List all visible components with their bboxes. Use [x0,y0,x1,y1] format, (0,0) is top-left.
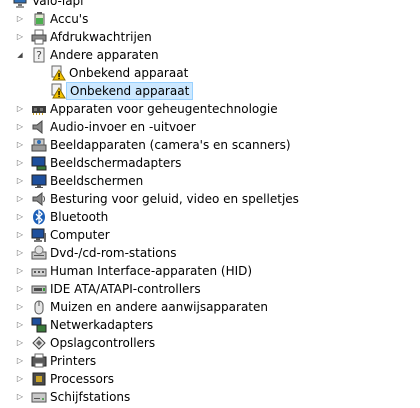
category-label: Human Interface-apparaten (HID) [50,264,253,278]
collapse-arrow-icon[interactable] [14,46,26,64]
mouse-icon [31,299,47,315]
category-label: Apparaten voor geheugentechnologie [50,102,278,116]
category-label: Afdrukwachtrijen [50,30,152,44]
speaker-icon [31,119,47,135]
memory-device-icon [31,101,47,117]
expand-arrow-icon[interactable] [14,28,26,46]
expand-arrow-icon[interactable] [14,316,26,334]
category-label: Dvd-/cd-rom-stations [50,246,177,260]
category-label: Printers [50,354,97,368]
computer-icon [12,0,28,9]
category-computer[interactable]: Computer [0,226,420,244]
expand-arrow-icon[interactable] [14,172,26,190]
expand-arrow-icon[interactable] [14,334,26,352]
category-netwerkadapters[interactable]: Netwerkadapters [0,316,420,334]
category-label: Audio-invoer en -uitvoer [50,120,196,134]
category-label: IDE ATA/ATAPI-controllers [50,282,201,296]
category-label: Netwerkadapters [50,318,154,332]
expand-arrow-icon[interactable] [14,280,26,298]
warning-device-icon [50,65,66,81]
expand-arrow-icon[interactable] [14,208,26,226]
category-label: Andere apparaten [50,48,159,62]
expand-arrow-icon[interactable] [14,154,26,172]
warning-device-icon [50,83,66,99]
expand-arrow-icon[interactable] [14,388,26,406]
expand-arrow-icon[interactable] [14,10,26,28]
hid-icon [31,263,47,279]
category-label: Beeldschermen [50,174,144,188]
category-label: Accu's [50,12,89,26]
category-label: Beeldschermadapters [50,156,182,170]
camera-scanner-icon [31,137,47,153]
expand-arrow-icon[interactable] [14,298,26,316]
expand-arrow-icon[interactable] [14,262,26,280]
category-besturing-voor-geluid[interactable]: Besturing voor geluid, video en spelletj… [0,190,420,208]
category-human-interface-apparaten[interactable]: Human Interface-apparaten (HID) [0,262,420,280]
device-label-selected: Onbekend apparaat [66,82,194,100]
category-label: Muizen en andere aanwijsapparaten [50,300,268,314]
category-beeldschermen[interactable]: Beeldschermen [0,172,420,190]
monitor-icon [31,173,47,189]
device-onbekend-apparaat[interactable]: Onbekend apparaat [0,64,420,82]
computer-icon [31,227,47,243]
expand-arrow-icon[interactable] [14,100,26,118]
expand-arrow-icon[interactable] [14,370,26,388]
speaker-icon [31,191,47,207]
storage-controller-icon [31,335,47,351]
device-label: Onbekend apparaat [69,66,189,80]
disk-drive-icon [31,389,47,405]
category-label: Bluetooth [50,210,109,224]
category-andere-apparaten[interactable]: ? Andere apparaten [0,46,420,64]
category-label: Schijfstations [50,390,131,404]
category-label: Processors [50,372,115,386]
ide-controller-icon [31,281,47,297]
category-label: Besturing voor geluid, video en spelletj… [50,192,299,206]
optical-drive-icon [31,245,47,261]
category-opslagcontrollers[interactable]: Opslagcontrollers [0,334,420,352]
expand-arrow-icon[interactable] [14,118,26,136]
category-muizen[interactable]: Muizen en andere aanwijsapparaten [0,298,420,316]
expand-arrow-icon[interactable] [14,226,26,244]
device-onbekend-apparaat-selected[interactable]: Onbekend apparaat [0,82,420,100]
expand-arrow-icon[interactable] [14,136,26,154]
category-ide-ata-atapi-controllers[interactable]: IDE ATA/ATAPI-controllers [0,280,420,298]
bluetooth-icon [31,209,47,225]
category-processors[interactable]: Processors [0,370,420,388]
category-label: Computer [50,228,110,242]
expand-arrow-icon[interactable] [14,190,26,208]
printer-icon [31,29,47,45]
svg-text:?: ? [36,49,42,62]
network-adapter-icon [31,317,47,333]
category-afdrukwachtrijen[interactable]: Afdrukwachtrijen [0,28,420,46]
expand-arrow-icon[interactable] [14,244,26,262]
category-dvd-cd-rom-stations[interactable]: Dvd-/cd-rom-stations [0,244,420,262]
unknown-device-icon: ? [31,47,47,63]
category-label: Opslagcontrollers [50,336,156,350]
display-adapter-icon [31,155,47,171]
expand-arrow-icon[interactable] [14,352,26,370]
category-label: Beeldapparaten (camera's en scanners) [50,138,291,152]
category-printers[interactable]: Printers [0,352,420,370]
category-beeldapparaten[interactable]: Beeldapparaten (camera's en scanners) [0,136,420,154]
category-beeldschermadapters[interactable]: Beeldschermadapters [0,154,420,172]
battery-icon [31,11,47,27]
category-schijfstations[interactable]: Schijfstations [0,388,420,406]
device-manager-tree: Valo-lapi Accu's Afdrukwachtrijen ? Ande… [0,0,420,406]
printer-icon [31,353,47,369]
tree-root[interactable]: Valo-lapi [0,0,420,10]
category-apparaten-voor-geheugentechnologie[interactable]: Apparaten voor geheugentechnologie [0,100,420,118]
category-audio-invoer-en-uitvoer[interactable]: Audio-invoer en -uitvoer [0,118,420,136]
category-accus[interactable]: Accu's [0,10,420,28]
tree-root-label: Valo-lapi [32,0,84,8]
category-bluetooth[interactable]: Bluetooth [0,208,420,226]
processor-icon [31,371,47,387]
